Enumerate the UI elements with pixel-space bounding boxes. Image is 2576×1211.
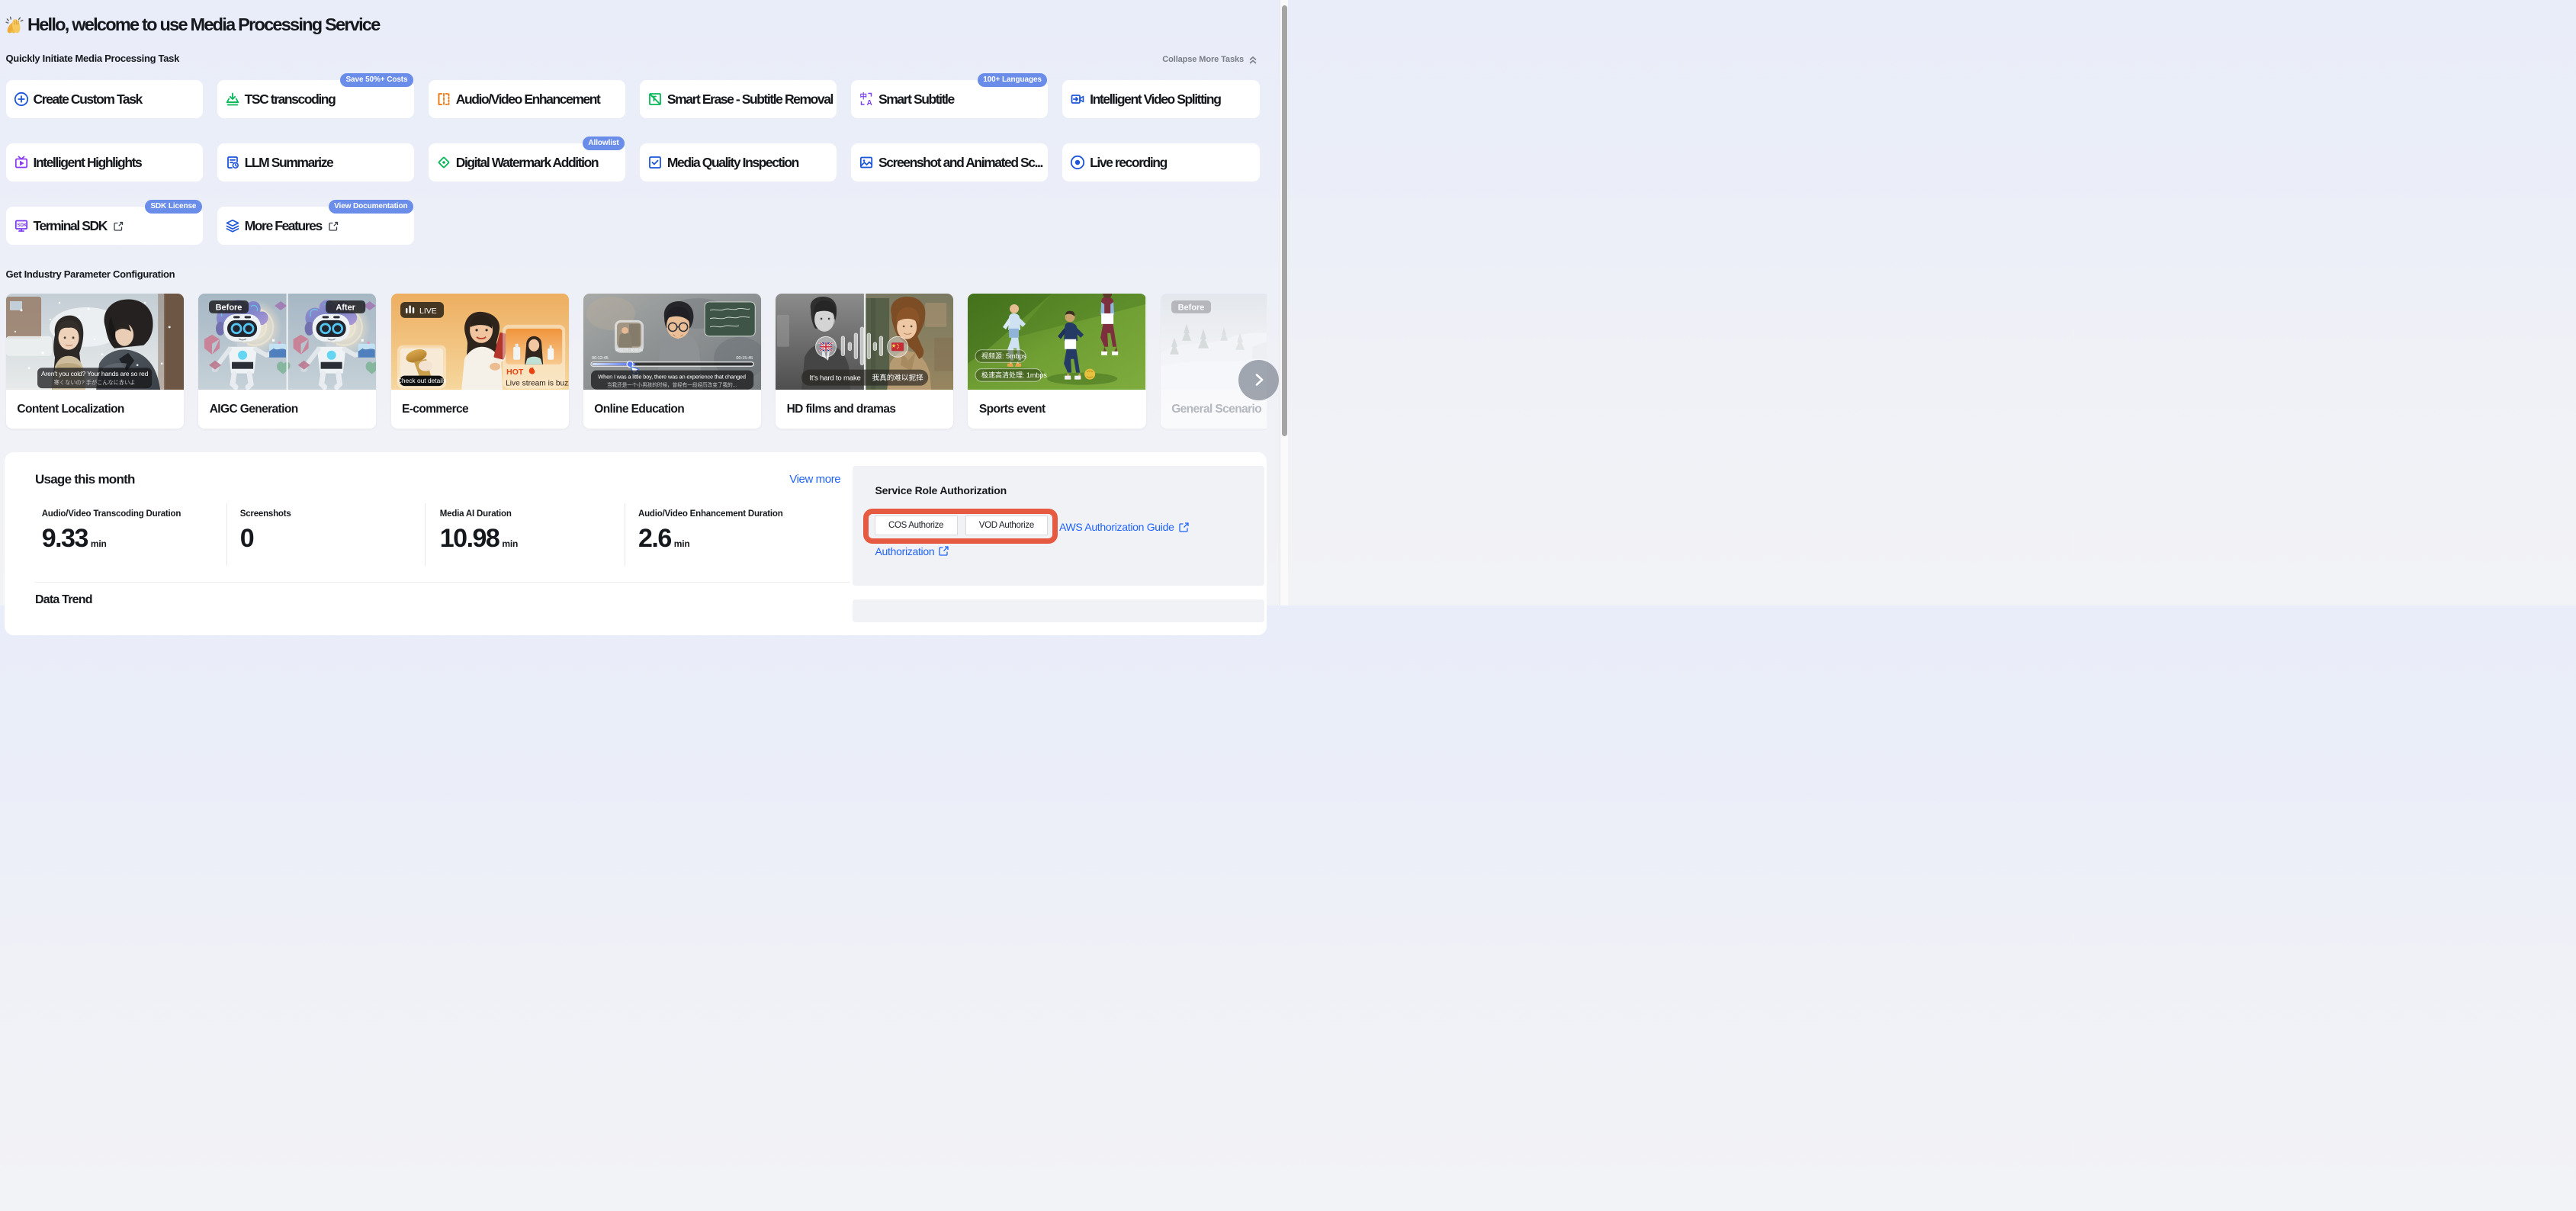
svg-text:It's hard to make: It's hard to make [810,374,861,382]
svg-text:当我还是一个小男孩的时候，曾经有一段经历改变了我的...: 当我还是一个小男孩的时候，曾经有一段经历改变了我的... [607,381,737,388]
svg-text:00:01:23 - 00:02:56: 00:01:23 - 00:02:56 [615,348,644,352]
svg-text:00:15:45: 00:15:45 [736,356,753,361]
svg-text:Aren't you cold? Your hands ar: Aren't you cold? Your hands are so red [41,370,149,377]
svg-text:SDK: SDK [17,223,27,228]
svg-text:When I was a little boy, there: When I was a little boy, there was an ex… [598,373,746,380]
svg-text:00:12:45: 00:12:45 [592,356,609,361]
svg-text:我真的难以抳择: 我真的难以抳择 [872,373,924,382]
svg-text:Before: Before [1177,303,1204,312]
svg-text:寒くないの? 手がこんなに赤いよ: 寒くないの? 手がこんなに赤いよ [54,379,136,386]
svg-text:视频源: 5mbps: 视频源: 5mbps [981,352,1026,360]
svg-text:After: After [336,303,356,312]
svg-text:Before: Before [216,303,243,312]
svg-text:极速高清处理: 1mbps: 极速高清处理: 1mbps [981,371,1047,379]
svg-text:Check out details: Check out details [397,377,445,384]
svg-text:LIVE: LIVE [419,307,437,315]
svg-text:Live stream is buzzing!: Live stream is buzzing! [506,379,569,387]
svg-text:HOT: HOT [506,368,524,377]
svg-text:A: A [867,99,872,107]
